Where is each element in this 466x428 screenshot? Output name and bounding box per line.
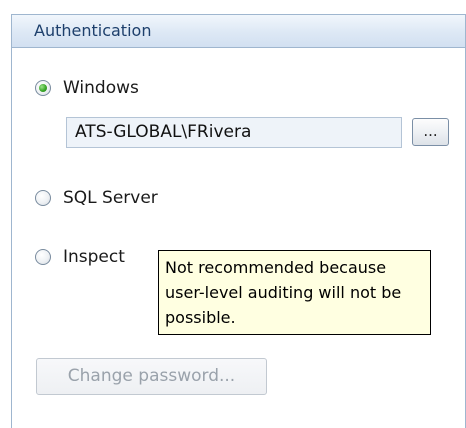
- radio-unselected-icon[interactable]: [35, 249, 51, 265]
- tooltip-line-2: user-level auditing will not be: [165, 283, 402, 302]
- inspect-warning-tooltip: Not recommended because user-level audit…: [158, 250, 431, 335]
- authentication-panel: Authentication Windows ATS-GLOBAL\FRiver…: [0, 0, 466, 428]
- radio-option-inspect[interactable]: Inspect: [35, 245, 125, 269]
- change-password-button[interactable]: Change password...: [36, 358, 267, 395]
- tooltip-line-1: Not recommended because: [165, 258, 387, 277]
- section-header: Authentication: [11, 14, 466, 48]
- section-title: Authentication: [34, 21, 152, 40]
- tooltip-line-3: possible.: [165, 308, 236, 327]
- radio-label-sql-server: SQL Server: [63, 188, 158, 208]
- windows-user-field[interactable]: ATS-GLOBAL\FRivera: [66, 117, 402, 148]
- radio-label-windows: Windows: [63, 78, 139, 98]
- radio-selected-icon[interactable]: [35, 80, 51, 96]
- panel-left-border: [11, 14, 12, 428]
- radio-option-windows[interactable]: Windows: [35, 76, 139, 100]
- radio-option-sql-server[interactable]: SQL Server: [35, 186, 158, 210]
- radio-unselected-icon[interactable]: [35, 190, 51, 206]
- radio-label-inspect: Inspect: [63, 247, 125, 267]
- browse-user-button[interactable]: ...: [412, 118, 449, 146]
